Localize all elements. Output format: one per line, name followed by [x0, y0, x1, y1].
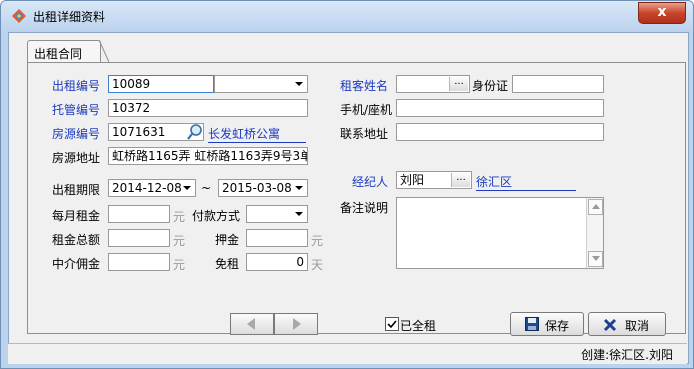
app-icon [12, 9, 26, 23]
chevron-down-icon [295, 212, 303, 216]
free-rent-label: 免租 [215, 257, 240, 271]
tab-label: 出租合同 [34, 47, 83, 61]
scroll-down-icon[interactable] [588, 251, 603, 267]
prev-record-button[interactable] [230, 313, 274, 335]
monthly-rent-label: 每月租金 [52, 209, 101, 223]
trust-no-label: 托管编号 [52, 103, 101, 117]
title-bar[interactable]: 出租详细资料 x [1, 1, 693, 31]
trust-no-input[interactable]: 10372 [108, 99, 308, 117]
pay-method-select[interactable] [246, 205, 308, 223]
status-bar: 创建:徐汇区.刘阳 [8, 343, 687, 364]
status-text: 创建:徐汇区.刘阳 [581, 348, 673, 362]
period-end-date[interactable]: 2015-03-08 [218, 179, 308, 197]
period-end-value: 2015-03-08 [222, 181, 292, 195]
phone-label: 手机/座机 [340, 103, 393, 117]
tab-edge [99, 40, 109, 62]
deposit-label: 押金 [215, 233, 240, 247]
period-label: 出租期限 [52, 183, 101, 197]
monthly-rent-input[interactable] [108, 205, 170, 223]
period-start-date[interactable]: 2014-12-08 [108, 179, 196, 197]
agency-fee-unit: 元 [173, 258, 186, 272]
monthly-rent-unit: 元 [173, 210, 186, 224]
period-start-value: 2014-12-08 [112, 181, 182, 195]
checkmark-icon [387, 320, 397, 329]
agent-label: 经纪人 [352, 175, 389, 189]
next-arrow-icon [293, 318, 301, 330]
free-rent-input[interactable]: 0 [246, 253, 308, 271]
agent-input[interactable]: 刘阳 ... [396, 171, 472, 189]
save-disk-icon [525, 317, 539, 331]
prev-arrow-icon [247, 318, 255, 330]
window-title: 出租详细资料 [33, 10, 106, 24]
select-all-label: 已全租 [400, 319, 437, 333]
agent-area-link[interactable]: 徐汇区 [476, 173, 576, 191]
rent-no-select[interactable] [214, 75, 308, 93]
scroll-up-icon[interactable] [588, 199, 603, 215]
chevron-down-icon [295, 186, 303, 190]
close-button[interactable]: x [638, 2, 686, 24]
tenant-name-input[interactable]: ... [396, 75, 470, 93]
tab-rental-contract[interactable]: 出租合同 [27, 40, 101, 63]
deposit-input[interactable] [246, 229, 308, 247]
app-window: 出租详细资料 x 出租合同 出租编号 10089 托管编号 10372 房源编号… [0, 0, 694, 369]
remark-label: 备注说明 [340, 201, 389, 215]
next-record-button[interactable] [274, 313, 318, 335]
remark-textarea[interactable] [396, 197, 604, 269]
agent-value: 刘阳 [400, 173, 425, 187]
rent-no-label: 出租编号 [52, 79, 101, 93]
house-addr-input[interactable]: 虹桥路1165弄 虹桥路1163弄9号3单元 [108, 147, 308, 165]
period-separator: ~ [201, 181, 212, 195]
address-label: 联系地址 [340, 127, 389, 141]
agency-fee-input[interactable] [108, 253, 170, 271]
house-addr-label: 房源地址 [52, 151, 101, 165]
cancel-x-icon [603, 318, 617, 332]
chevron-down-icon [295, 82, 303, 86]
total-rent-input[interactable] [108, 229, 170, 247]
tenant-name-label: 租客姓名 [340, 79, 389, 93]
id-card-input[interactable] [512, 75, 604, 93]
id-card-label: 身份证 [472, 79, 509, 93]
tenant-picker-button[interactable]: ... [449, 77, 468, 91]
chevron-down-icon [183, 186, 191, 190]
total-rent-label: 租金总额 [52, 233, 101, 247]
free-rent-unit: 天 [311, 258, 324, 272]
save-label: 保存 [545, 319, 570, 333]
address-input[interactable] [396, 123, 604, 141]
cancel-label: 取消 [625, 319, 650, 333]
remark-scrollbar[interactable] [586, 198, 603, 268]
search-icon[interactable] [186, 123, 204, 141]
cancel-button[interactable]: 取消 [588, 312, 666, 336]
agent-picker-button[interactable]: ... [451, 173, 470, 187]
rent-no-input[interactable]: 10089 [108, 75, 214, 93]
save-button[interactable]: 保存 [510, 312, 584, 336]
select-all-checkbox[interactable] [385, 317, 399, 331]
agency-fee-label: 中介佣金 [52, 257, 101, 271]
house-no-label: 房源编号 [52, 127, 101, 141]
contract-panel: 出租编号 10089 托管编号 10372 房源编号 1071631 长发虹桥公… [27, 62, 686, 334]
deposit-unit: 元 [311, 234, 324, 248]
total-rent-unit: 元 [173, 234, 186, 248]
client-area: 出租合同 出租编号 10089 托管编号 10372 房源编号 1071631 … [8, 32, 689, 364]
pay-method-label: 付款方式 [192, 209, 241, 223]
house-name-link[interactable]: 长发虹桥公寓 [208, 125, 306, 143]
phone-input[interactable] [396, 99, 604, 117]
